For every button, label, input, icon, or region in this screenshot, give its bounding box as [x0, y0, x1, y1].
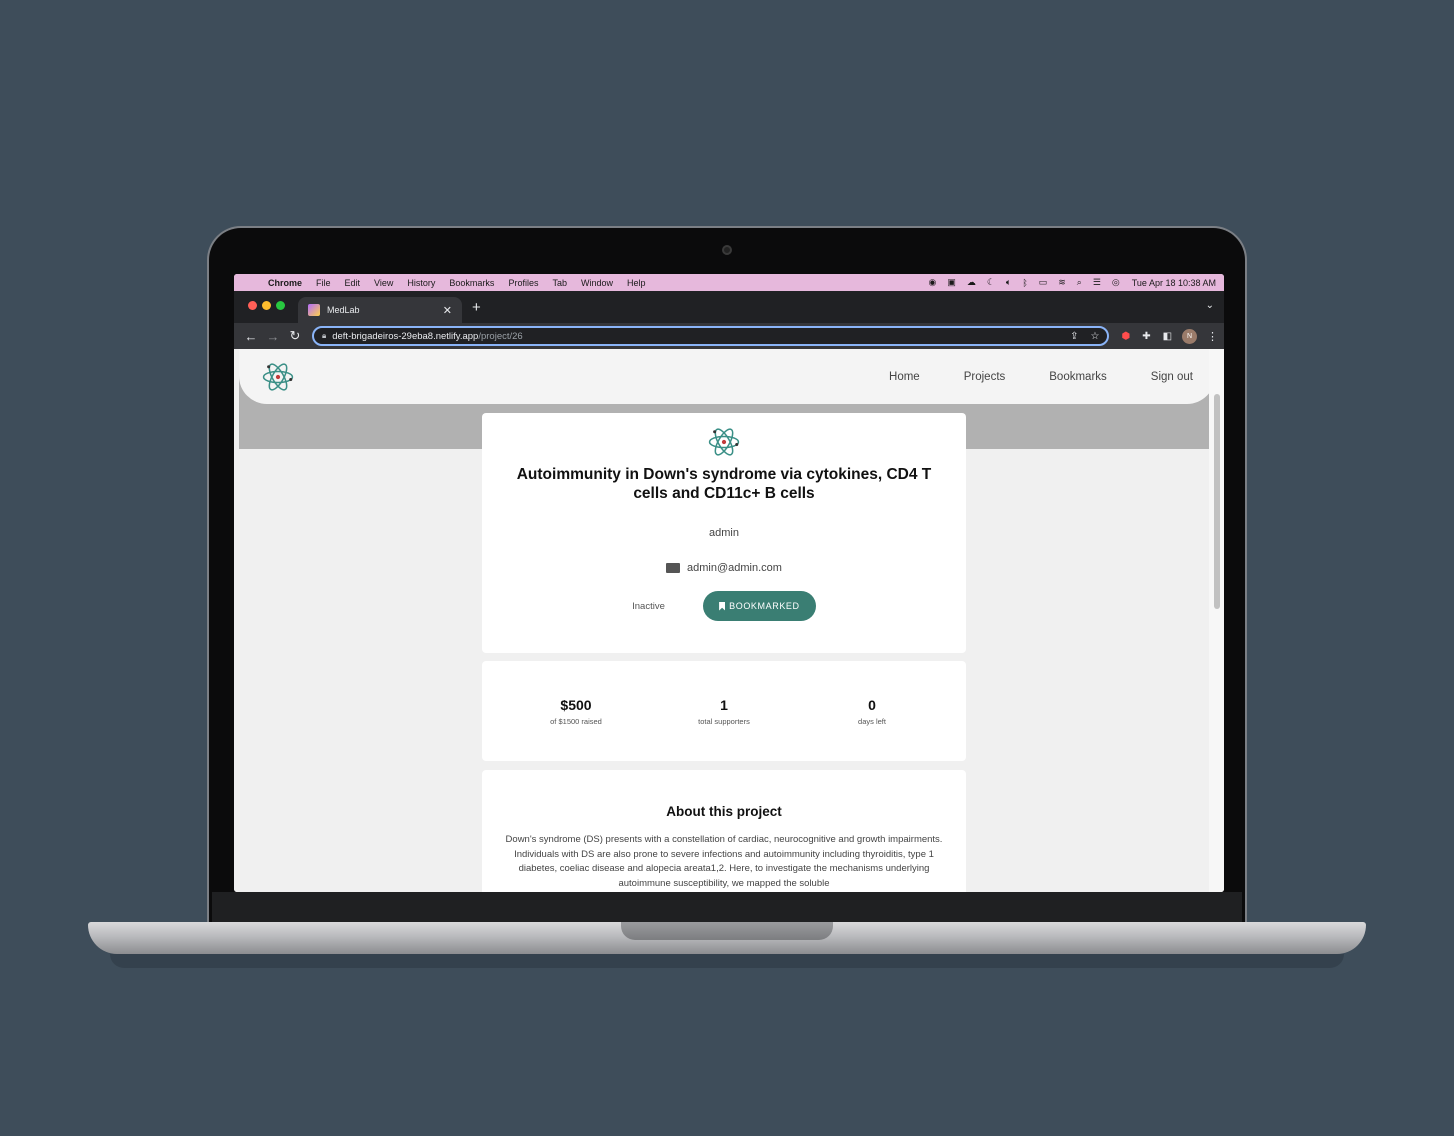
url-path: /project/26: [478, 330, 523, 342]
menu-bookmarks[interactable]: Bookmarks: [449, 278, 494, 288]
spotlight-search-icon[interactable]: ⌕: [1077, 277, 1082, 288]
record-icon[interactable]: ◉: [928, 277, 936, 288]
bookmark-star-icon[interactable]: ☆: [1090, 331, 1099, 342]
owner-email-row: admin@admin.com: [482, 562, 966, 574]
menu-file[interactable]: File: [316, 278, 331, 288]
laptop-notch: [621, 922, 833, 940]
zoom-icon[interactable]: ▣: [947, 277, 956, 288]
lock-icon[interactable]: 🔒︎: [322, 331, 326, 341]
control-center-icon[interactable]: ☰: [1093, 277, 1101, 288]
bookmarked-label: BOOKMARKED: [729, 601, 800, 611]
nav-bookmarks-link[interactable]: Bookmarks: [1049, 371, 1107, 383]
battery-icon[interactable]: ▭: [1039, 277, 1048, 288]
cloud-icon[interactable]: ☁: [967, 277, 976, 288]
project-card: Autoimmunity in Down's syndrome via cyto…: [482, 413, 966, 653]
back-arrow-icon[interactable]: ←: [240, 329, 262, 344]
site-navbar: Home Projects Bookmarks Sign out: [239, 349, 1215, 404]
volume-icon[interactable]: 🔈︎: [1006, 277, 1011, 288]
about-body: Down's syndrome (DS) presents with a con…: [505, 834, 943, 889]
side-panel-icon[interactable]: ◧: [1163, 331, 1172, 342]
nav-sign-out-link[interactable]: Sign out: [1151, 371, 1193, 383]
bookmarked-button[interactable]: BOOKMARKED: [702, 591, 816, 621]
menu-profiles[interactable]: Profiles: [508, 278, 538, 288]
screen: Chrome File Edit View History Bookmarks …: [234, 274, 1224, 892]
menubar-clock[interactable]: Tue Apr 18 10:38 AM: [1132, 278, 1216, 288]
new-tab-plus-icon[interactable]: +: [472, 299, 481, 316]
stat-supporters: 1 total supporters: [659, 697, 789, 726]
stat-supporters-label: total supporters: [698, 716, 750, 726]
menu-app-chrome[interactable]: Chrome: [268, 278, 302, 288]
menu-history[interactable]: History: [407, 278, 435, 288]
scrollbar-thumb[interactable]: [1214, 394, 1220, 609]
stat-days-left-value: 0: [868, 696, 876, 713]
extensions-puzzle-icon[interactable]: ✚: [1142, 331, 1150, 342]
menu-help[interactable]: Help: [627, 278, 646, 288]
stat-days-left-label: days left: [858, 716, 886, 726]
reload-icon[interactable]: ↻: [284, 328, 306, 344]
tab-search-chevron-icon[interactable]: ⌄: [1206, 300, 1214, 311]
project-status: Inactive: [632, 600, 665, 612]
forward-arrow-icon[interactable]: →: [262, 329, 284, 344]
stat-supporters-value: 1: [720, 696, 728, 713]
laptop-shadow: [110, 954, 1344, 968]
nav-links: Home Projects Bookmarks Sign out: [845, 371, 1193, 383]
wifi-icon[interactable]: ≋: [1058, 277, 1066, 288]
webcam: [722, 245, 732, 255]
extension-red-icon[interactable]: ⬢: [1121, 331, 1130, 342]
menu-edit[interactable]: Edit: [345, 278, 361, 288]
stat-raised-value: $500: [560, 696, 592, 713]
url-host: deft-brigadeiros-29eba8.netlify.app: [332, 330, 479, 342]
browser-tab-medlab[interactable]: MedLab ✕: [298, 297, 462, 323]
owner-email[interactable]: admin@admin.com: [687, 562, 782, 574]
stat-days-left: 0 days left: [807, 697, 937, 726]
about-heading: About this project: [666, 804, 782, 819]
browser-toolbar: ← → ↻ 🔒︎ deft-brigadeiros-29eba8.netlify…: [234, 323, 1224, 349]
funding-stats-card: $500 of $1500 raised 1 total supporters …: [482, 661, 966, 761]
project-atom-icon: [708, 428, 740, 456]
project-owner: admin: [709, 527, 739, 539]
window-close-button[interactable]: [248, 301, 257, 310]
siri-icon[interactable]: ◎: [1112, 277, 1120, 288]
window-minimize-button[interactable]: [262, 301, 271, 310]
bluetooth-icon[interactable]: ᛒ: [1022, 278, 1027, 288]
about-project-card: About this project Down's syndrome (DS) …: [482, 770, 966, 892]
share-icon[interactable]: ⇪: [1070, 331, 1078, 342]
project-title: Autoimmunity in Down's syndrome via cyto…: [516, 466, 932, 502]
bookmark-icon: [719, 601, 726, 611]
tab-close-icon[interactable]: ✕: [443, 304, 452, 317]
menu-tab[interactable]: Tab: [552, 278, 567, 288]
nav-home-link[interactable]: Home: [889, 371, 920, 383]
page-scrollbar[interactable]: [1209, 349, 1224, 892]
web-page: Home Projects Bookmarks Sign out Autoimm…: [234, 349, 1224, 892]
envelope-icon: [666, 563, 681, 573]
menu-window[interactable]: Window: [581, 278, 613, 288]
stat-raised: $500 of $1500 raised: [511, 697, 641, 726]
nav-projects-link[interactable]: Projects: [964, 371, 1006, 383]
menu-view[interactable]: View: [374, 278, 393, 288]
favicon-icon: [308, 304, 320, 316]
chrome-menu-kebab-icon[interactable]: ⋮: [1207, 330, 1218, 343]
tab-title: MedLab: [327, 305, 360, 315]
profile-avatar[interactable]: N: [1182, 328, 1198, 344]
laptop-chin: [212, 892, 1242, 922]
medlab-atom-logo-icon[interactable]: [261, 360, 295, 394]
browser-tab-strip: MedLab ✕ + ⌄: [234, 291, 1224, 323]
focus-moon-icon[interactable]: ☾: [987, 277, 995, 288]
macos-menu-bar: Chrome File Edit View History Bookmarks …: [234, 274, 1224, 291]
status-row: Inactive BOOKMARKED: [482, 591, 966, 621]
window-zoom-button[interactable]: [276, 301, 285, 310]
stat-raised-label: of $1500 raised: [550, 716, 602, 726]
address-bar[interactable]: 🔒︎ deft-brigadeiros-29eba8.netlify.app/p…: [311, 326, 1110, 346]
